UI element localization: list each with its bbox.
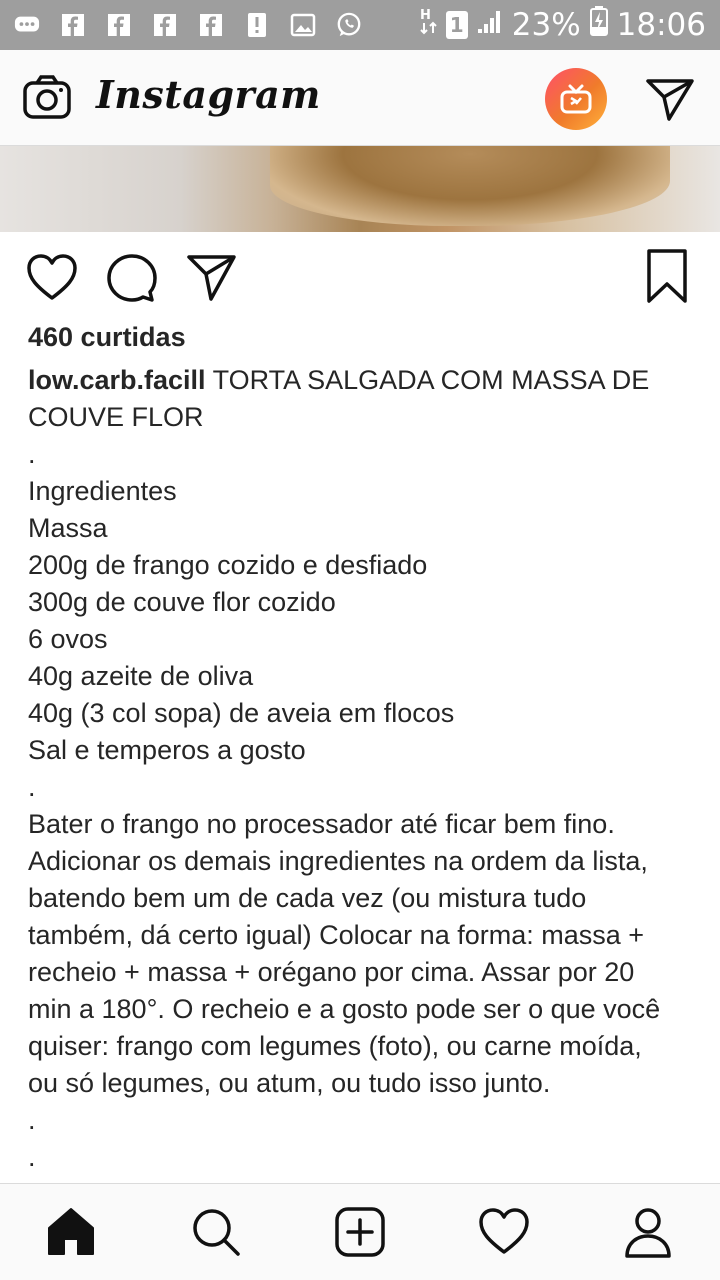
facebook-icon: [152, 12, 178, 38]
caption-line: Ingredientes: [28, 476, 177, 506]
message-icon: [14, 12, 40, 38]
caption-line: ou só legumes, ou atum, ou tudo isso jun…: [28, 1068, 551, 1098]
camera-button[interactable]: [22, 75, 72, 121]
add-icon: [335, 1207, 385, 1257]
app-header: Instagram: [0, 50, 720, 146]
nav-profile-button[interactable]: [622, 1206, 674, 1258]
nav-home-button[interactable]: [45, 1206, 97, 1258]
caption-line: .: [28, 439, 36, 469]
caption-line: 300g de couve flor cozido: [28, 587, 336, 617]
alert-icon: [244, 12, 270, 38]
camera-icon: [23, 75, 71, 119]
caption-line: quiser: frango com legumes (foto), ou ca…: [28, 1031, 642, 1061]
home-icon: [48, 1208, 94, 1255]
caption-line: .: [28, 1142, 36, 1172]
caption-line: Sal e temperos a gosto: [28, 735, 306, 765]
direct-message-icon: [646, 79, 694, 121]
facebook-icon: [198, 12, 224, 38]
post-image[interactable]: [0, 146, 720, 232]
battery-percent: 23%: [511, 7, 581, 43]
nav-search-button[interactable]: [190, 1206, 242, 1258]
nav-activity-button[interactable]: [478, 1206, 530, 1258]
bottom-navigation: [0, 1183, 720, 1280]
save-button[interactable]: [644, 248, 690, 304]
sim-icon: 1: [445, 11, 468, 39]
facebook-icon: [106, 12, 132, 38]
facebook-icon: [60, 12, 86, 38]
post-caption: low.carb.facill TORTA SALGADA COM MASSA …: [28, 362, 698, 1176]
image-icon: [290, 12, 316, 38]
notification-icons: [14, 12, 362, 38]
igtv-icon: [560, 84, 592, 114]
status-bar: H 1 23% 18:06: [0, 0, 720, 50]
caption-line: batendo bem um de cada vez (ou mistura t…: [28, 883, 587, 913]
caption-line: Adicionar os demais ingredientes na orde…: [28, 846, 648, 876]
caption-line: 40g (3 col sopa) de aveia em flocos: [28, 698, 455, 728]
data-icon: H: [420, 6, 438, 44]
caption-line: TORTA SALGADA COM MASSA DE: [212, 365, 650, 395]
direct-messages-button[interactable]: [645, 76, 695, 122]
caption-line: 6 ovos: [28, 624, 108, 654]
signal-icon: [476, 7, 504, 43]
caption-line: min a 180°. O recheio e a gosto pode ser…: [28, 994, 661, 1024]
igtv-button[interactable]: [545, 68, 607, 130]
caption-line: 40g azeite de oliva: [28, 661, 254, 691]
post-actions: [0, 240, 720, 320]
sim-number: 1: [449, 13, 464, 37]
share-icon: [187, 255, 236, 301]
caption-line: 200g de frango cozido e desfiado: [28, 550, 428, 580]
caption-line: COUVE FLOR: [28, 402, 204, 432]
caption-line: .: [28, 772, 36, 802]
comment-icon: [107, 254, 157, 302]
bookmark-icon: [647, 249, 687, 303]
search-icon: [193, 1209, 240, 1256]
profile-icon: [625, 1208, 671, 1258]
likes-count[interactable]: 460 curtidas: [28, 322, 186, 353]
nav-new-post-button[interactable]: [334, 1206, 386, 1258]
caption-line: Bater o frango no processador até ficar …: [28, 809, 615, 839]
system-status: H 1 23% 18:06: [420, 5, 706, 45]
share-button[interactable]: [186, 252, 238, 304]
caption-username[interactable]: low.carb.facill: [28, 365, 206, 395]
caption-line: também, dá certo igual) Colocar na forma…: [28, 920, 645, 950]
caption-line: Massa: [28, 513, 108, 543]
clock: 18:06: [616, 7, 706, 43]
whatsapp-icon: [336, 12, 362, 38]
caption-line: recheio + massa + orégano por cima. Assa…: [28, 957, 635, 987]
like-button[interactable]: [26, 252, 78, 304]
svg-text:H: H: [420, 8, 431, 23]
food-photo-detail: [270, 146, 670, 226]
battery-icon: [589, 5, 609, 45]
heart-icon: [479, 1208, 529, 1254]
caption-line: .: [28, 1105, 36, 1135]
heart-icon: [27, 254, 77, 300]
comment-button[interactable]: [106, 252, 158, 304]
instagram-logo[interactable]: Instagram: [96, 72, 321, 117]
